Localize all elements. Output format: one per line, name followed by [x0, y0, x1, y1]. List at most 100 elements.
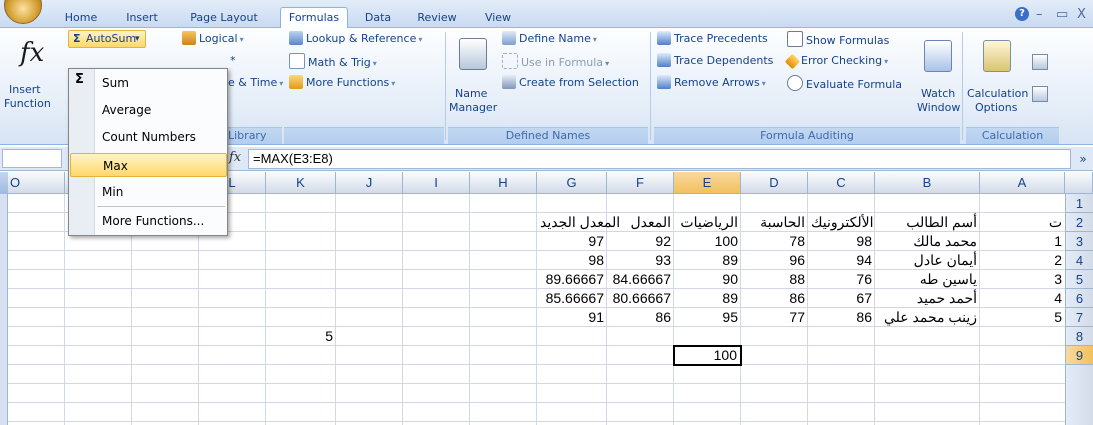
restore-icon[interactable]: ▭: [1056, 7, 1068, 22]
cell-b7[interactable]: زينب محمد علي: [875, 308, 980, 327]
more-functions-button[interactable]: More Functions ▾: [289, 75, 395, 92]
active-cell-e9[interactable]: 100: [673, 345, 742, 366]
text-button-partial[interactable]: *: [230, 53, 236, 69]
vertical-scrollbar[interactable]: [0, 194, 8, 425]
cell-e4[interactable]: 89: [674, 251, 741, 270]
cell-b6[interactable]: أحمد حميد: [875, 289, 980, 308]
show-formulas-button[interactable]: Show Formulas: [787, 31, 889, 49]
row-header-2[interactable]: 2: [1065, 213, 1093, 232]
column-header-o[interactable]: O: [8, 172, 65, 194]
select-all-corner[interactable]: [1065, 172, 1093, 194]
cell-d2[interactable]: الحاسبة: [741, 213, 808, 232]
chevron-down-icon[interactable]: ▾: [135, 31, 140, 47]
cell-c2[interactable]: الألكترونيك: [808, 213, 875, 232]
cell-f7[interactable]: 86: [607, 308, 674, 327]
define-name-button[interactable]: Define Name ▾: [502, 31, 597, 48]
insert-function-icon[interactable]: fx: [229, 150, 241, 165]
cell-d7[interactable]: 77: [741, 308, 808, 327]
row-header-9[interactable]: 9: [1065, 346, 1093, 365]
column-header-k[interactable]: K: [266, 172, 336, 194]
cell-g6[interactable]: 85.66667: [537, 289, 607, 308]
logical-button[interactable]: Logical ▾: [182, 31, 244, 48]
column-header-h[interactable]: H: [470, 172, 537, 194]
tab-page-layout[interactable]: Page Layout: [183, 9, 265, 28]
column-header-d[interactable]: D: [741, 172, 808, 194]
cell-g2[interactable]: المعدل الجديد: [537, 213, 620, 232]
create-from-selection-button[interactable]: Create from Selection: [502, 75, 639, 91]
name-manager-button[interactable]: Name Manager: [449, 34, 497, 126]
tab-review[interactable]: Review: [411, 9, 463, 28]
cell-e2[interactable]: الرياضيات: [674, 213, 741, 232]
menu-item-max[interactable]: Max: [70, 153, 227, 177]
insert-function-button[interactable]: fx Insert Function: [4, 34, 60, 126]
cell-d5[interactable]: 88: [741, 270, 808, 289]
watch-window-button[interactable]: Watch Window: [915, 34, 960, 126]
calculation-options-button[interactable]: Calculation Options: [967, 34, 1029, 126]
cell-f6[interactable]: 80.66667: [607, 289, 674, 308]
tab-view[interactable]: View: [476, 9, 520, 28]
menu-item-min[interactable]: Min: [97, 180, 225, 204]
cell-c6[interactable]: 67: [808, 289, 875, 308]
help-icon[interactable]: ?: [1015, 7, 1029, 21]
cell-c3[interactable]: 98: [808, 232, 875, 251]
cell-c7[interactable]: 86: [808, 308, 875, 327]
lookup-reference-button[interactable]: Lookup & Reference ▾: [289, 31, 422, 48]
row-header-3[interactable]: 3: [1065, 232, 1093, 251]
scroll-split-handle[interactable]: [0, 172, 8, 194]
cell-a3[interactable]: 1: [980, 232, 1065, 251]
row-header-5[interactable]: 5: [1065, 270, 1093, 289]
name-box[interactable]: [2, 149, 62, 168]
trace-precedents-button[interactable]: Trace Precedents: [657, 31, 768, 47]
cell-d3[interactable]: 78: [741, 232, 808, 251]
row-header-8[interactable]: 8: [1065, 327, 1093, 346]
cell-e3[interactable]: 100: [674, 232, 741, 251]
tab-data[interactable]: Data: [358, 9, 398, 28]
row-header-7[interactable]: 7: [1065, 308, 1093, 327]
close-icon[interactable]: X: [1077, 7, 1086, 22]
cell-a4[interactable]: 2: [980, 251, 1065, 270]
remove-arrows-button[interactable]: Remove Arrows ▾: [657, 75, 766, 92]
cell-g5[interactable]: 89.66667: [537, 270, 607, 289]
column-header-f[interactable]: F: [607, 172, 674, 194]
column-header-g[interactable]: G: [537, 172, 607, 194]
cell-f5[interactable]: 84.66667: [607, 270, 674, 289]
cell-d4[interactable]: 96: [741, 251, 808, 270]
row-header-1[interactable]: 1: [1065, 194, 1093, 213]
cell-f4[interactable]: 93: [607, 251, 674, 270]
cell-f3[interactable]: 92: [607, 232, 674, 251]
cell-g4[interactable]: 98: [537, 251, 607, 270]
office-button-icon[interactable]: [4, 0, 42, 24]
column-header-j[interactable]: J: [336, 172, 403, 194]
cell-k8[interactable]: 5: [266, 327, 336, 346]
trace-dependents-button[interactable]: Trace Dependents: [657, 53, 773, 69]
expand-formula-bar-icon[interactable]: »: [1075, 150, 1091, 168]
menu-item-sum[interactable]: Sum: [97, 71, 225, 95]
row-header-6[interactable]: 6: [1065, 289, 1093, 308]
column-header-c[interactable]: C: [808, 172, 875, 194]
column-header-e[interactable]: E: [674, 172, 741, 194]
cell-b3[interactable]: محمد مالك: [875, 232, 980, 251]
cell-d6[interactable]: 86: [741, 289, 808, 308]
tab-formulas[interactable]: Formulas: [280, 7, 348, 30]
cell-b4[interactable]: أيمان عادل: [875, 251, 980, 270]
use-in-formula-button[interactable]: Use in Formula ▾: [502, 53, 609, 72]
cell-b5[interactable]: ياسين طه: [875, 270, 980, 289]
cell-e6[interactable]: 89: [674, 289, 741, 308]
cell-c5[interactable]: 76: [808, 270, 875, 289]
date-time-button[interactable]: e & Time ▾: [228, 75, 283, 92]
tab-insert[interactable]: Insert: [117, 9, 167, 28]
cell-a2[interactable]: ت: [980, 213, 1065, 232]
menu-item-count-numbers[interactable]: Count Numbers: [97, 125, 225, 149]
minimize-icon[interactable]: –: [1036, 7, 1043, 22]
menu-item-more-functions[interactable]: More Functions...: [97, 209, 225, 233]
cell-a5[interactable]: 3: [980, 270, 1065, 289]
menu-item-average[interactable]: Average: [97, 98, 225, 122]
column-header-a[interactable]: A: [980, 172, 1065, 194]
autosum-button[interactable]: Σ AutoSum ▾: [68, 30, 146, 48]
cell-a6[interactable]: 4: [980, 289, 1065, 308]
cell-e5[interactable]: 90: [674, 270, 741, 289]
math-trig-button[interactable]: Math & Trig ▾: [289, 53, 377, 72]
cell-g7[interactable]: 91: [537, 308, 607, 327]
cell-c4[interactable]: 94: [808, 251, 875, 270]
calculate-now-icon[interactable]: [1032, 54, 1048, 70]
